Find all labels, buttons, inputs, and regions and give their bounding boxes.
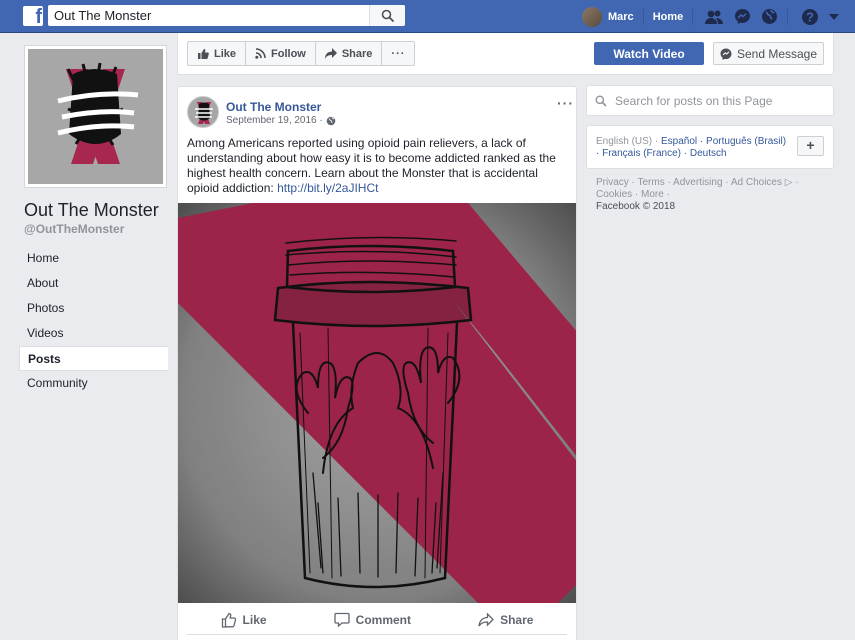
nav-divider — [787, 8, 789, 25]
page-follow-button[interactable]: Follow — [246, 42, 316, 65]
help-icon[interactable]: ? — [801, 8, 819, 26]
watch-video-button[interactable]: Watch Video — [594, 42, 704, 65]
language-line-1: English (US) · Español · Português (Bras… — [596, 136, 786, 147]
svg-text:?: ? — [806, 9, 814, 24]
search-button[interactable] — [369, 5, 405, 26]
public-globe-icon — [326, 116, 336, 125]
page-action-buttons: Like Follow Share ··· — [187, 41, 416, 66]
friend-requests-icon[interactable] — [704, 9, 724, 25]
page-action-bar: Like Follow Share ··· Watch Video Send M… — [177, 33, 834, 75]
post-share-label: Share — [500, 612, 534, 627]
footer-links-line-2[interactable]: Cookies · More · — [596, 189, 831, 201]
post-like-button[interactable]: Like — [221, 612, 267, 628]
left-nav-item-about[interactable]: About — [19, 271, 168, 296]
send-message-label: Send Message — [736, 46, 818, 61]
copyright-text: Facebook © 2018 — [596, 201, 676, 212]
post-author-name[interactable]: Out The Monster — [226, 100, 321, 114]
global-search-input[interactable] — [48, 5, 368, 26]
language-links-1[interactable]: Español · Português (Brasil) — [661, 136, 786, 147]
post-date-text: September 19, 2016 · — [226, 115, 323, 126]
footer-links-line-1[interactable]: Privacy · Terms · Advertising · Ad Choic… — [596, 177, 831, 189]
left-nav-item-community[interactable]: Community — [19, 371, 168, 396]
send-message-button[interactable]: Send Message — [713, 42, 824, 65]
top-navigation-bar: f Marc Home ? — [0, 0, 855, 33]
user-profile-link[interactable]: Marc — [608, 11, 634, 23]
post-image[interactable] — [178, 203, 576, 603]
current-language: English (US) · — [596, 136, 662, 147]
left-nav-item-posts[interactable]: Posts — [19, 346, 168, 371]
language-links-2[interactable]: · Français (France) · Deutsch — [596, 148, 727, 159]
search-icon — [595, 95, 607, 107]
messenger-icon[interactable] — [734, 8, 751, 25]
post-share-button[interactable]: Share — [478, 612, 534, 627]
post-body-text: Among Americans reported using opioid pa… — [187, 136, 569, 196]
page-title[interactable]: Out The Monster — [24, 200, 159, 221]
page-username[interactable]: @OutTheMonster — [24, 222, 124, 236]
share-arrow-outline-icon — [478, 612, 495, 627]
thumbs-up-outline-icon — [221, 612, 236, 628]
comment-bubble-icon — [334, 612, 350, 627]
nav-divider — [642, 8, 644, 25]
share-arrow-icon — [324, 48, 337, 59]
left-nav-item-videos[interactable]: Videos — [19, 321, 168, 346]
page-profile-picture[interactable] — [24, 45, 167, 188]
account-menu-chevron-icon[interactable] — [829, 13, 840, 20]
post-comment-label: Comment — [355, 612, 411, 627]
notifications-globe-icon[interactable] — [761, 8, 778, 25]
post-link[interactable]: http://bit.ly/2aJIHCt — [277, 181, 378, 195]
page-post-search-input[interactable] — [615, 93, 815, 108]
home-link[interactable]: Home — [653, 11, 684, 23]
search-icon — [381, 9, 394, 22]
post-like-label: Like — [242, 612, 267, 627]
post-options-menu[interactable]: ··· — [557, 95, 574, 111]
language-selector-card: English (US) · Español · Português (Bras… — [586, 125, 834, 169]
page-like-button[interactable]: Like — [188, 42, 247, 65]
thumbs-up-icon — [198, 48, 209, 59]
page-like-label: Like — [214, 47, 237, 60]
post-author-avatar[interactable] — [187, 96, 219, 128]
messenger-bubble-icon — [720, 48, 732, 60]
page-post-search-box[interactable] — [586, 85, 834, 116]
top-nav-right: Marc Home ? — [582, 0, 840, 33]
facebook-logo-icon[interactable]: f — [23, 6, 43, 26]
footer-links: Privacy · Terms · Advertising · Ad Choic… — [596, 177, 831, 201]
global-search-box[interactable] — [48, 5, 405, 26]
nav-divider — [692, 8, 694, 25]
left-nav-item-photos[interactable]: Photos — [19, 296, 168, 321]
rss-follow-icon — [255, 48, 266, 59]
post-timestamp[interactable]: September 19, 2016 · — [226, 115, 336, 126]
profile-logo-image — [28, 49, 163, 184]
page-share-button[interactable]: Share — [316, 42, 383, 65]
post-actions-bar: Like Comment Share — [187, 605, 567, 635]
page-share-label: Share — [341, 47, 373, 60]
left-nav-item-home[interactable]: Home — [19, 246, 168, 271]
post-comment-button[interactable]: Comment — [334, 612, 411, 627]
language-line-2: · Français (France) · Deutsch — [596, 148, 727, 159]
page-left-navigation: Home About Photos Videos Posts Community — [19, 246, 168, 396]
post-card: Out The Monster September 19, 2016 · ···… — [177, 86, 577, 640]
page-follow-label: Follow — [271, 47, 306, 60]
page-more-button[interactable]: ··· — [382, 42, 414, 65]
user-avatar[interactable] — [582, 6, 602, 27]
more-languages-button[interactable]: + — [797, 136, 824, 156]
